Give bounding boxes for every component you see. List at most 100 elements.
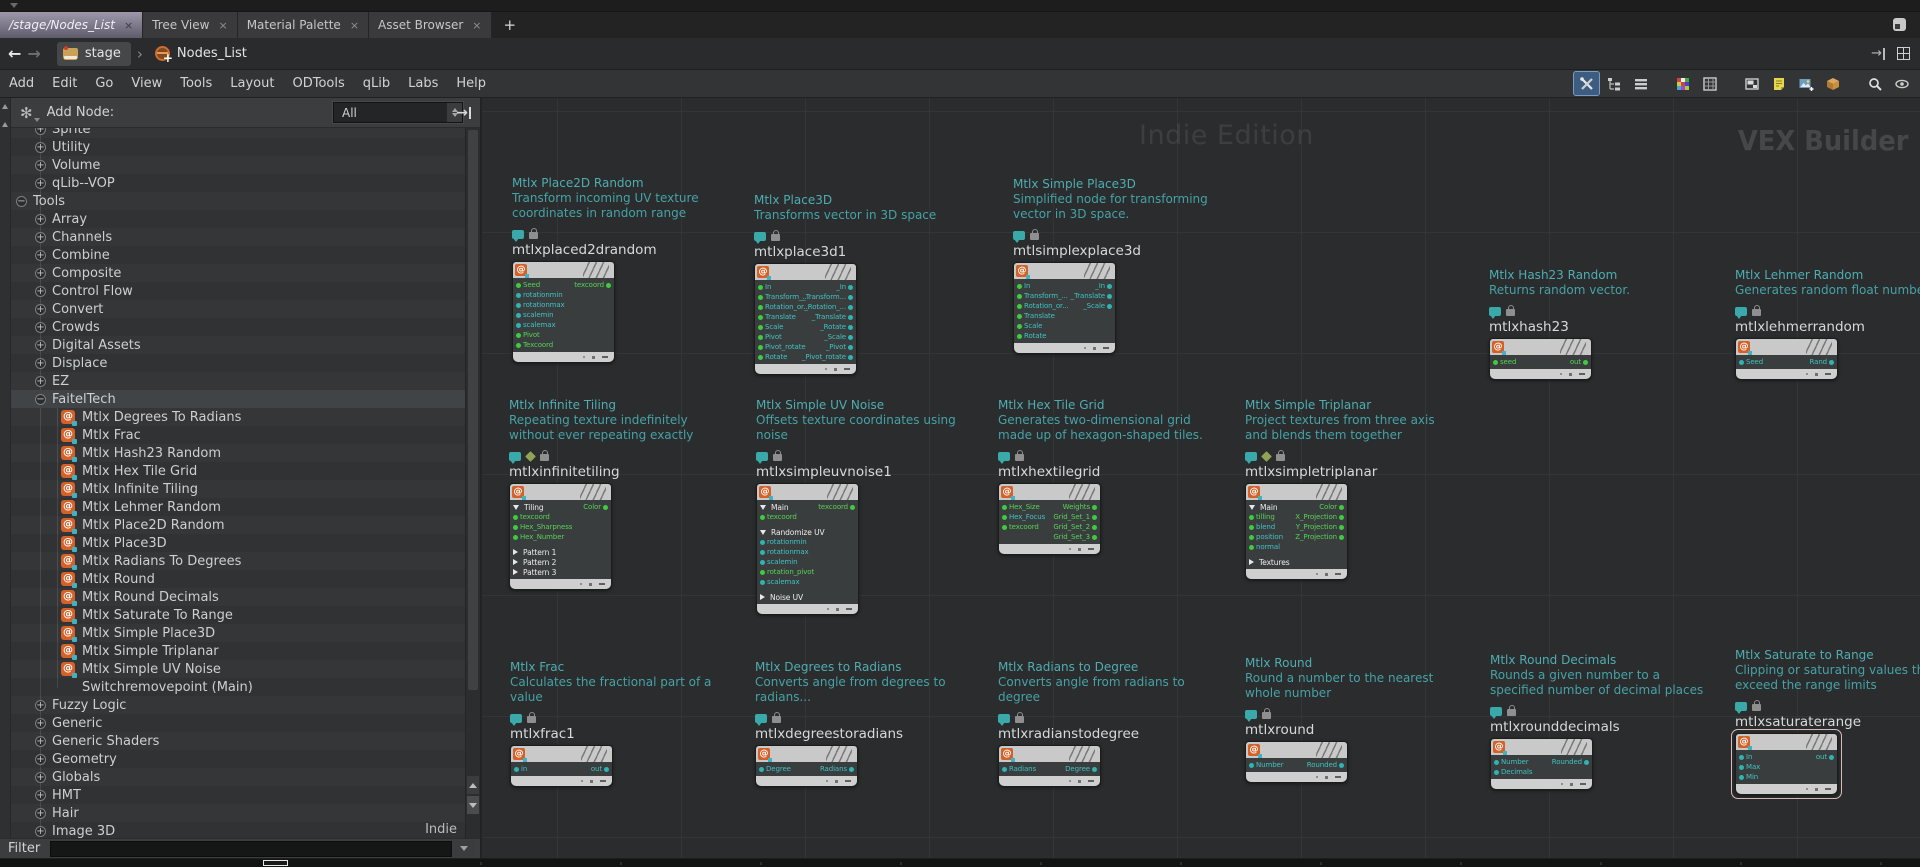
comment-badge-icon[interactable] [1013,231,1025,243]
node-footer[interactable] [1491,779,1592,789]
node-port-group[interactable]: Main Color [1246,502,1347,512]
back-arrow-icon[interactable]: ← [8,44,21,63]
pane-menu-icon[interactable] [1893,18,1906,31]
graph-node[interactable]: @ Number Rounded [1245,741,1348,783]
graph-node[interactable]: @ Hex_Size Weights Hex_Focus Grid_Set_1 texco… [998,483,1101,555]
tree-item-mtlx-simple-uv-noise[interactable]: @ Mtlx Simple UV Noise [11,660,465,678]
tree-item-mtlx-simple-place3d[interactable]: @ Mtlx Simple Place3D [11,624,465,642]
lock-badge-icon[interactable] [1507,705,1516,716]
output-port-icon[interactable] [603,504,608,510]
expand-plus-icon[interactable]: + [35,213,46,225]
group-open-icon[interactable] [513,504,519,510]
menu-item-tools[interactable]: Tools [171,76,221,91]
tree-scrollbar[interactable] [465,128,480,838]
tree-item-mtlx-hash23-random[interactable]: @ Mtlx Hash23 Random [11,444,465,462]
comment-badge-icon[interactable] [755,714,767,726]
tree-item-generic-shaders[interactable]: + Generic Shaders [11,732,465,750]
layout-window-icon[interactable] [1739,72,1764,95]
output-port-icon[interactable] [1339,514,1344,520]
node-footer[interactable] [510,579,611,589]
input-port-icon[interactable] [1002,524,1007,530]
node-footer[interactable] [1736,369,1837,379]
tab-close-icon[interactable]: × [218,19,227,32]
node-port-group[interactable]: Main texcoord [757,502,858,512]
lock-badge-icon[interactable] [540,450,549,461]
node-footer[interactable] [1246,569,1347,579]
tree-item-displace[interactable]: + Displace [11,354,465,372]
graph-node[interactable]: @ Radians Degree [998,745,1101,787]
collapse-minus-icon[interactable]: − [35,393,46,405]
node-port-group[interactable]: Tiling Color [510,502,611,512]
tree-item-composite[interactable]: + Composite [11,264,465,282]
asset-badge-icon[interactable] [1261,451,1272,462]
output-port-icon[interactable] [848,344,853,350]
input-port-icon[interactable] [516,302,521,308]
node-header[interactable]: @ [757,484,858,500]
pane-tab[interactable]: /stage/Nodes_List × [0,12,144,38]
tree-item-combine[interactable]: + Combine [11,246,465,264]
output-port-icon[interactable] [1107,283,1112,289]
input-port-icon[interactable] [760,514,765,520]
tree-item-sprite[interactable]: + Sprite [11,128,465,138]
pane-collapse-icon[interactable] [10,3,18,8]
group-collapsed-icon[interactable] [760,594,765,600]
menu-item-edit[interactable]: Edit [43,76,86,91]
comment-badge-icon[interactable] [756,452,768,464]
graph-node[interactable]: @ seed out [1489,338,1592,380]
tab-close-icon[interactable]: × [472,19,481,32]
lock-badge-icon[interactable] [771,230,780,241]
tree-item-switchremovepoint-main-[interactable]: Switchremovepoint (Main) [11,678,465,696]
output-port-icon[interactable] [1092,514,1097,520]
node-port-group[interactable]: Noise UV [757,592,858,602]
group-collapsed-icon[interactable] [513,549,518,555]
comment-badge-icon[interactable] [1489,307,1501,319]
output-port-icon[interactable] [848,304,853,310]
node-footer[interactable] [757,604,858,614]
node-port-group[interactable]: Pattern 3 [510,567,611,577]
output-port-icon[interactable] [606,282,611,288]
input-port-icon[interactable] [1017,303,1022,309]
grid-view-icon[interactable] [1697,72,1722,95]
output-port-icon[interactable] [848,334,853,340]
tree-item-control-flow[interactable]: + Control Flow [11,282,465,300]
node-header[interactable]: @ [1736,339,1837,355]
input-port-icon[interactable] [1017,333,1022,339]
comment-badge-icon[interactable] [509,452,521,464]
comment-badge-icon[interactable] [1490,707,1502,719]
tree-item-hair[interactable]: + Hair [11,804,465,822]
input-port-icon[interactable] [760,539,765,545]
comment-badge-icon[interactable] [998,714,1010,726]
tree-item-digital-assets[interactable]: + Digital Assets [11,336,465,354]
graph-node[interactable]: @ Main texcoord texcoord Randomize UV rotatio… [756,483,859,615]
input-port-icon[interactable] [1249,544,1254,550]
comment-badge-icon[interactable] [1735,307,1747,319]
group-collapsed-icon[interactable] [513,569,518,575]
node-footer[interactable] [1736,784,1837,794]
menu-item-qlib[interactable]: qLib [354,76,399,91]
input-port-icon[interactable] [1017,283,1022,289]
expand-plus-icon[interactable]: + [35,771,46,783]
node-header[interactable]: @ [1246,742,1347,758]
tree-item-mtlx-place2d-random[interactable]: @ Mtlx Place2D Random [11,516,465,534]
input-port-icon[interactable] [1739,754,1744,760]
input-port-icon[interactable] [758,304,763,310]
tree-item-volume[interactable]: + Volume [11,156,465,174]
input-port-icon[interactable] [1249,524,1254,530]
input-port-icon[interactable] [1002,766,1007,772]
lock-badge-icon[interactable] [1752,700,1761,711]
expand-plus-icon[interactable]: + [35,231,46,243]
tools-icon[interactable] [1573,71,1600,96]
input-port-icon[interactable] [1739,359,1744,365]
input-port-icon[interactable] [1017,323,1022,329]
output-port-icon[interactable] [848,354,853,360]
expand-plus-icon[interactable]: + [35,177,46,189]
tree-item-mtlx-lehmer-random[interactable]: @ Mtlx Lehmer Random [11,498,465,516]
node-header[interactable]: @ [1014,263,1115,279]
input-port-icon[interactable] [759,766,764,772]
comment-badge-icon[interactable] [1245,452,1257,464]
menu-item-help[interactable]: Help [447,76,495,91]
lock-badge-icon[interactable] [1276,450,1285,461]
filter-input[interactable] [50,840,452,857]
graph-node[interactable]: @ Tiling Color texcoord Hex_Sharpness Hex_Num… [509,483,612,590]
group-open-icon[interactable] [760,529,766,535]
